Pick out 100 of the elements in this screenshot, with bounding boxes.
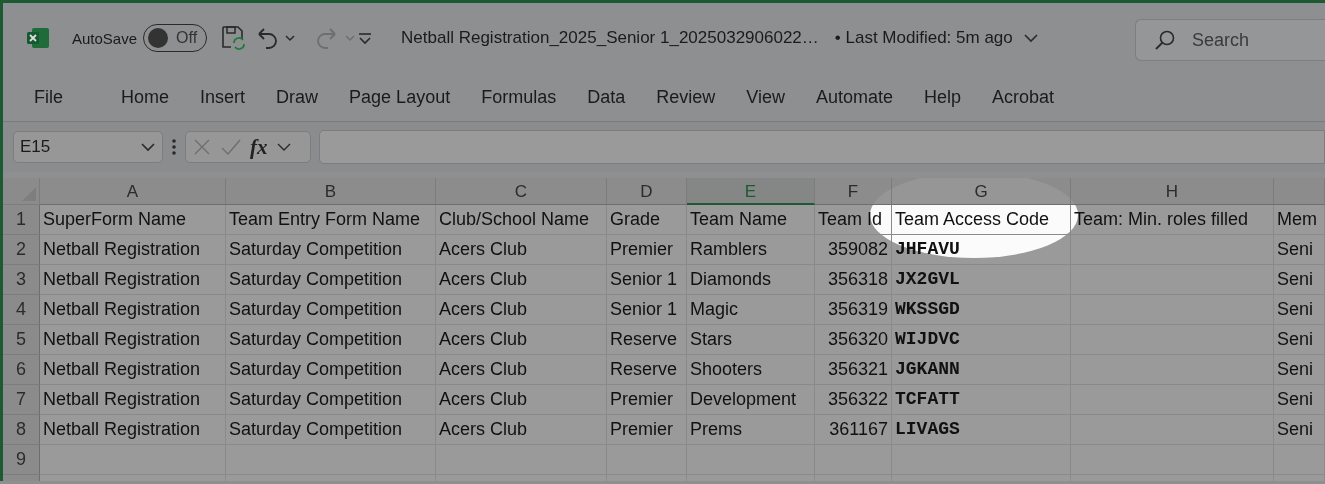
autosave-label: AutoSave: [72, 29, 138, 47]
column-header[interactable]: G: [892, 178, 1071, 205]
table-cell: 356322: [815, 385, 892, 415]
ribbon-tab[interactable]: Data: [576, 86, 637, 108]
table-cell: Netball Registration: [40, 235, 226, 265]
row-header[interactable]: 2: [3, 235, 40, 265]
table-cell: Acers Club: [436, 355, 607, 385]
table-cell: WIJDVC: [892, 325, 1071, 355]
table-cell: Development: [687, 385, 815, 415]
table-cell: Shooters: [687, 355, 815, 385]
row-header[interactable]: 7: [3, 385, 40, 415]
row-header[interactable]: 5: [3, 325, 40, 355]
column-header[interactable]: C: [436, 178, 607, 205]
row-header[interactable]: 9: [3, 445, 40, 475]
formula-input-field[interactable]: [319, 130, 1325, 164]
table-cell: TCFATT: [892, 385, 1071, 415]
table-cell: Seni: [1274, 325, 1325, 355]
table-cell: Seni: [1274, 355, 1325, 385]
search-input[interactable]: Search: [1190, 28, 1304, 52]
table-cell: Senior 1: [607, 295, 687, 325]
table-cell: Netball Registration: [40, 385, 226, 415]
table-cell: Netball Registration: [40, 325, 226, 355]
table-cell: Saturday Competition: [226, 325, 436, 355]
table-cell: Grade: [607, 205, 687, 235]
table-cell: Team Name: [687, 205, 815, 235]
table-cell: Magic: [687, 295, 815, 325]
document-title[interactable]: Netball Registration_2025_Senior 1_2025032906022…: [401, 28, 819, 48]
table-cell: Netball Registration: [40, 295, 226, 325]
column-header[interactable]: D: [607, 178, 687, 205]
table-cell: Team Entry Form Name: [226, 205, 436, 235]
column-header[interactable]: A: [40, 178, 226, 205]
customize-toolbar-icon[interactable]: [357, 30, 374, 46]
table-cell: Premier: [607, 415, 687, 445]
table-cell: Seni: [1274, 235, 1325, 265]
table-cell: Reserve: [607, 355, 687, 385]
table-cell: Acers Club: [436, 385, 607, 415]
table-cell: Acers Club: [436, 235, 607, 265]
row-header[interactable]: 4: [3, 295, 40, 325]
table-cell: Netball Registration: [40, 415, 226, 445]
table-cell: Team Id: [815, 205, 892, 235]
column-header[interactable]: F: [815, 178, 892, 205]
table-cell: Premier: [607, 385, 687, 415]
row-header[interactable]: 3: [3, 265, 40, 295]
name-box[interactable]: E15: [13, 131, 163, 163]
row-header[interactable]: 1: [3, 205, 40, 235]
insert-function-button[interactable]: fx: [250, 134, 268, 160]
ribbon-tab[interactable]: Acrobat: [981, 86, 1066, 108]
last-modified-text[interactable]: • Last Modified: 5m ago: [834, 28, 1013, 48]
table-cell: Prems: [687, 415, 815, 445]
table-cell: Netball Registration: [40, 265, 226, 295]
table-cell: Saturday Competition: [226, 235, 436, 265]
table-cell: Ramblers: [687, 235, 815, 265]
table-cell: Seni: [1274, 295, 1325, 325]
table-cell: Team Access Code: [892, 205, 1071, 235]
ribbon-tab[interactable]: Insert: [189, 86, 257, 108]
ribbon-tab[interactable]: Automate: [804, 86, 904, 108]
ribbon-tab[interactable]: View: [735, 86, 796, 108]
table-cell: Saturday Competition: [226, 295, 436, 325]
search-icon: [1154, 29, 1176, 51]
table-cell: Senior 1: [607, 265, 687, 295]
search-box[interactable]: Search: [1135, 19, 1325, 61]
row-header[interactable]: 8: [3, 415, 40, 445]
table-cell: Mem: [1274, 205, 1325, 235]
table-cell: 356319: [815, 295, 892, 325]
table-cell: Saturday Competition: [226, 355, 436, 385]
check-icon[interactable]: [220, 137, 242, 157]
ribbon-tab[interactable]: Page Layout: [338, 86, 462, 108]
table-cell: Acers Club: [436, 325, 607, 355]
spreadsheet-app-icon[interactable]: [26, 26, 50, 50]
table-cell: 361167: [815, 415, 892, 445]
table-cell: Acers Club: [436, 415, 607, 445]
row-header[interactable]: 6: [3, 355, 40, 385]
table-cell: 356320: [815, 325, 892, 355]
table-cell: SuperForm Name: [40, 205, 226, 235]
table-cell: Seni: [1274, 415, 1325, 445]
more-options-icon[interactable]: [171, 137, 177, 157]
column-header[interactable]: H: [1071, 178, 1274, 205]
table-cell: Saturday Competition: [226, 265, 436, 295]
table-cell: Acers Club: [436, 295, 607, 325]
table-cell: Saturday Competition: [226, 385, 436, 415]
table-cell: JGKANN: [892, 355, 1071, 385]
table-cell: Premier: [607, 235, 687, 265]
table-cell: Acers Club: [436, 265, 607, 295]
column-header[interactable]: B: [226, 178, 436, 205]
ribbon-tab[interactable]: Draw: [265, 86, 330, 108]
ribbon-tab[interactable]: File: [23, 86, 74, 108]
table-cell: LIVAGS: [892, 415, 1071, 445]
ribbon-tab[interactable]: Home: [110, 86, 181, 108]
table-cell: 356318: [815, 265, 892, 295]
ribbon-tab[interactable]: Formulas: [470, 86, 568, 108]
table-cell: Seni: [1274, 265, 1325, 295]
ribbon-tab[interactable]: Help: [913, 86, 973, 108]
table-cell: Reserve: [607, 325, 687, 355]
table-cell: JX2GVL: [892, 265, 1071, 295]
table-cell: WKSSGD: [892, 295, 1071, 325]
ribbon-tab[interactable]: Review: [645, 86, 727, 108]
save-sync-icon[interactable]: [219, 24, 248, 52]
table-cell: Club/School Name: [436, 205, 607, 235]
table-cell: Stars: [687, 325, 815, 355]
table-cell: 356321: [815, 355, 892, 385]
